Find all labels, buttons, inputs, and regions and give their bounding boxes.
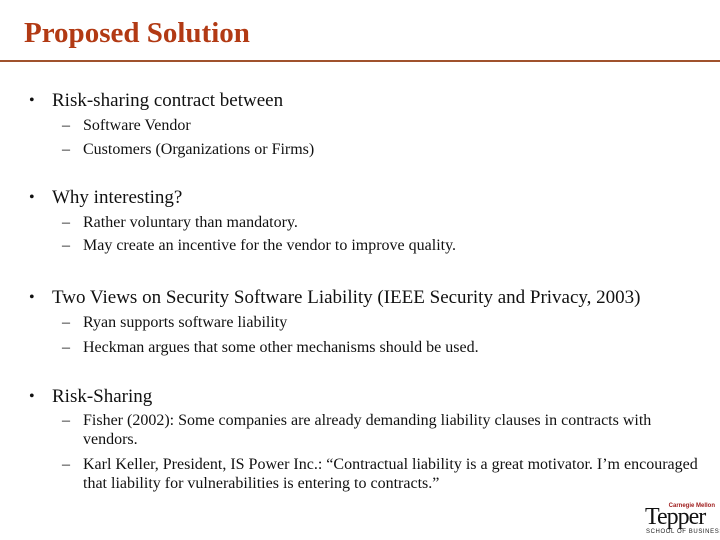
sub-bullet-text: May create an incentive for the vendor t… bbox=[83, 237, 457, 254]
slide-title: Proposed Solution bbox=[24, 17, 250, 49]
sub-bullet-text: Customers (Organizations or Firms) bbox=[83, 141, 315, 158]
bullet-text: Risk-Sharing bbox=[52, 386, 153, 407]
dash-icon: – bbox=[62, 339, 70, 356]
dash-icon: – bbox=[62, 237, 70, 254]
bullet-text: Why interesting? bbox=[52, 187, 183, 208]
sub-bullet-text: Karl Keller, President, IS Power Inc.: “… bbox=[83, 456, 698, 492]
sub-bullet-text: Software Vendor bbox=[83, 117, 191, 134]
sub-bullet-text: Rather voluntary than mandatory. bbox=[83, 214, 298, 231]
dash-icon: – bbox=[62, 141, 70, 158]
dash-icon: – bbox=[62, 314, 70, 331]
bullet-dot-icon: • bbox=[29, 388, 35, 405]
bullet-text: Risk-sharing contract between bbox=[52, 90, 284, 111]
sub-bullet-text: Fisher (2002): Some companies are alread… bbox=[83, 412, 652, 448]
title-divider bbox=[0, 60, 720, 62]
dash-icon: – bbox=[62, 412, 70, 429]
bullet-text: Two Views on Security Software Liability… bbox=[52, 287, 641, 308]
logo-school-name: SCHOOL OF BUSINESS bbox=[646, 529, 720, 535]
bullet-dot-icon: • bbox=[29, 289, 35, 306]
tepper-logo: Carnegie Mellon Tepper SCHOOL OF BUSINES… bbox=[643, 503, 720, 537]
dash-icon: – bbox=[62, 456, 70, 473]
sub-bullet-text: Heckman argues that some other mechanism… bbox=[83, 339, 479, 356]
dash-icon: – bbox=[62, 117, 70, 134]
bullet-dot-icon: • bbox=[29, 189, 35, 206]
logo-wordmark: Tepper bbox=[645, 504, 706, 530]
dash-icon: – bbox=[62, 214, 70, 231]
bullet-dot-icon: • bbox=[29, 92, 35, 109]
sub-bullet-text: Ryan supports software liability bbox=[83, 314, 288, 331]
